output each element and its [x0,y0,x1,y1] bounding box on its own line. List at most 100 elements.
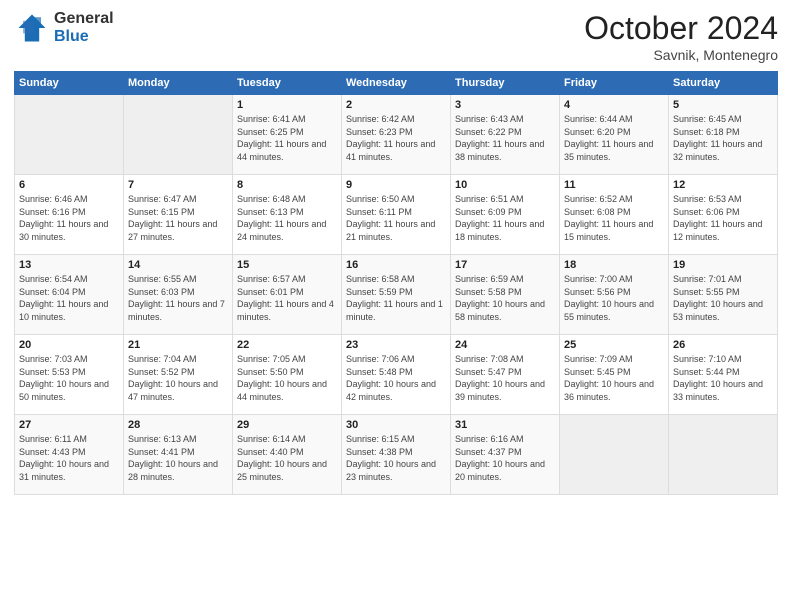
calendar-cell: 16Sunrise: 6:58 AMSunset: 5:59 PMDayligh… [342,255,451,335]
day-number: 12 [673,179,773,191]
day-number: 10 [455,179,555,191]
day-number: 30 [346,419,446,431]
calendar-week-4: 20 Sunrise: 7:03 AMSunset: 5:53 PMDayligh… [15,335,778,415]
calendar-body: 1 Sunrise: 6:41 AMSunset: 6:25 PMDaylight… [15,95,778,495]
day-number: 28 [128,419,228,431]
day-info: Sunrise: 6:48 AMSunset: 6:13 PMDaylight:… [237,193,337,243]
calendar-cell: 8 Sunrise: 6:48 AMSunset: 6:13 PMDaylight… [233,175,342,255]
calendar-cell: 31 Sunrise: 6:16 AMSunset: 4:37 PMDayligh… [451,415,560,495]
calendar-cell: 28Sunrise: 6:13 AMSunset: 4:41 PMDayligh… [124,415,233,495]
day-info: Sunrise: 6:41 AMSunset: 6:25 PMDaylight:… [237,113,337,163]
calendar-cell: 23Sunrise: 7:06 AMSunset: 5:48 PMDayligh… [342,335,451,415]
calendar-header: Sunday Monday Tuesday Wednesday Thursday… [15,72,778,95]
day-number: 11 [564,179,664,191]
calendar-week-3: 13 Sunrise: 6:54 AMSunset: 6:04 PMDayligh… [15,255,778,335]
calendar-cell: 27 Sunrise: 6:11 AMSunset: 4:43 PMDayligh… [15,415,124,495]
day-info: Sunrise: 7:00 AMSunset: 5:56 PMDaylight:… [564,273,664,323]
day-info: Sunrise: 6:59 AMSunset: 5:58 PMDaylight:… [455,273,555,323]
header: General Blue October 2024 Savnik, Monten… [14,10,778,63]
calendar-cell: 29Sunrise: 6:14 AMSunset: 4:40 PMDayligh… [233,415,342,495]
day-number: 13 [19,259,119,271]
day-info: Sunrise: 6:44 AMSunset: 6:20 PMDaylight:… [564,113,664,163]
calendar-cell [560,415,669,495]
day-number: 8 [237,179,337,191]
month-title: October 2024 [584,10,778,47]
day-info: Sunrise: 6:16 AMSunset: 4:37 PMDaylight:… [455,433,555,483]
calendar-week-5: 27 Sunrise: 6:11 AMSunset: 4:43 PMDayligh… [15,415,778,495]
header-monday: Monday [124,72,233,95]
logo: General Blue [14,10,114,46]
calendar-cell: 19 Sunrise: 7:01 AMSunset: 5:55 PMDayligh… [669,255,778,335]
day-number: 24 [455,339,555,351]
day-number: 19 [673,259,773,271]
day-number: 23 [346,339,446,351]
day-info: Sunrise: 6:52 AMSunset: 6:08 PMDaylight:… [564,193,664,243]
day-info: Sunrise: 7:01 AMSunset: 5:55 PMDaylight:… [673,273,773,323]
calendar-cell: 21 Sunrise: 7:04 AMSunset: 5:52 PMDayligh… [124,335,233,415]
calendar-cell: 12Sunrise: 6:53 AMSunset: 6:06 PMDayligh… [669,175,778,255]
day-info: Sunrise: 6:54 AMSunset: 6:04 PMDaylight:… [19,273,119,323]
day-number: 16 [346,259,446,271]
calendar-cell: 10 Sunrise: 6:51 AMSunset: 6:09 PMDayligh… [451,175,560,255]
calendar-cell [124,95,233,175]
day-info: Sunrise: 6:45 AMSunset: 6:18 PMDaylight:… [673,113,773,163]
logo-icon [14,10,50,46]
calendar-week-1: 1 Sunrise: 6:41 AMSunset: 6:25 PMDaylight… [15,95,778,175]
calendar-cell: 5 Sunrise: 6:45 AMSunset: 6:18 PMDaylight… [669,95,778,175]
day-number: 21 [128,339,228,351]
header-tuesday: Tuesday [233,72,342,95]
calendar-cell: 25Sunrise: 7:09 AMSunset: 5:45 PMDayligh… [560,335,669,415]
day-number: 31 [455,419,555,431]
day-number: 20 [19,339,119,351]
day-number: 14 [128,259,228,271]
day-info: Sunrise: 7:05 AMSunset: 5:50 PMDaylight:… [237,353,337,403]
calendar-cell: 7 Sunrise: 6:47 AMSunset: 6:15 PMDaylight… [124,175,233,255]
calendar-cell: 18Sunrise: 7:00 AMSunset: 5:56 PMDayligh… [560,255,669,335]
calendar-cell: 13 Sunrise: 6:54 AMSunset: 6:04 PMDayligh… [15,255,124,335]
day-number: 22 [237,339,337,351]
logo-text: General Blue [54,10,114,45]
calendar-week-2: 6 Sunrise: 6:46 AMSunset: 6:16 PMDaylight… [15,175,778,255]
day-info: Sunrise: 6:46 AMSunset: 6:16 PMDaylight:… [19,193,119,243]
day-info: Sunrise: 7:04 AMSunset: 5:52 PMDaylight:… [128,353,228,403]
day-info: Sunrise: 6:55 AMSunset: 6:03 PMDaylight:… [128,273,228,323]
day-number: 29 [237,419,337,431]
day-number: 6 [19,179,119,191]
header-sunday: Sunday [15,72,124,95]
logo-blue-text: Blue [54,28,114,46]
page: General Blue October 2024 Savnik, Monten… [0,0,792,612]
day-number: 5 [673,99,773,111]
day-number: 1 [237,99,337,111]
day-info: Sunrise: 6:11 AMSunset: 4:43 PMDaylight:… [19,433,119,483]
day-number: 25 [564,339,664,351]
calendar-cell [15,95,124,175]
calendar-cell: 11 Sunrise: 6:52 AMSunset: 6:08 PMDayligh… [560,175,669,255]
day-number: 9 [346,179,446,191]
day-info: Sunrise: 7:03 AMSunset: 5:53 PMDaylight:… [19,353,119,403]
calendar-cell: 22 Sunrise: 7:05 AMSunset: 5:50 PMDayligh… [233,335,342,415]
day-number: 7 [128,179,228,191]
calendar-cell: 6 Sunrise: 6:46 AMSunset: 6:16 PMDaylight… [15,175,124,255]
day-number: 3 [455,99,555,111]
day-number: 27 [19,419,119,431]
calendar-cell: 4 Sunrise: 6:44 AMSunset: 6:20 PMDaylight… [560,95,669,175]
calendar-cell: 1 Sunrise: 6:41 AMSunset: 6:25 PMDaylight… [233,95,342,175]
day-info: Sunrise: 6:51 AMSunset: 6:09 PMDaylight:… [455,193,555,243]
day-number: 2 [346,99,446,111]
logo-general-text: General [54,10,114,28]
header-wednesday: Wednesday [342,72,451,95]
header-friday: Friday [560,72,669,95]
calendar-cell: 26Sunrise: 7:10 AMSunset: 5:44 PMDayligh… [669,335,778,415]
location-subtitle: Savnik, Montenegro [584,47,778,63]
day-info: Sunrise: 6:47 AMSunset: 6:15 PMDaylight:… [128,193,228,243]
day-info: Sunrise: 7:10 AMSunset: 5:44 PMDaylight:… [673,353,773,403]
calendar-cell: 24Sunrise: 7:08 AMSunset: 5:47 PMDayligh… [451,335,560,415]
day-info: Sunrise: 6:57 AMSunset: 6:01 PMDaylight:… [237,273,337,323]
day-number: 4 [564,99,664,111]
calendar-cell: 3Sunrise: 6:43 AMSunset: 6:22 PMDaylight… [451,95,560,175]
calendar-table: Sunday Monday Tuesday Wednesday Thursday… [14,71,778,495]
calendar-cell: 9Sunrise: 6:50 AMSunset: 6:11 PMDaylight… [342,175,451,255]
calendar-cell: 30Sunrise: 6:15 AMSunset: 4:38 PMDayligh… [342,415,451,495]
day-number: 17 [455,259,555,271]
day-info: Sunrise: 6:42 AMSunset: 6:23 PMDaylight:… [346,113,446,163]
